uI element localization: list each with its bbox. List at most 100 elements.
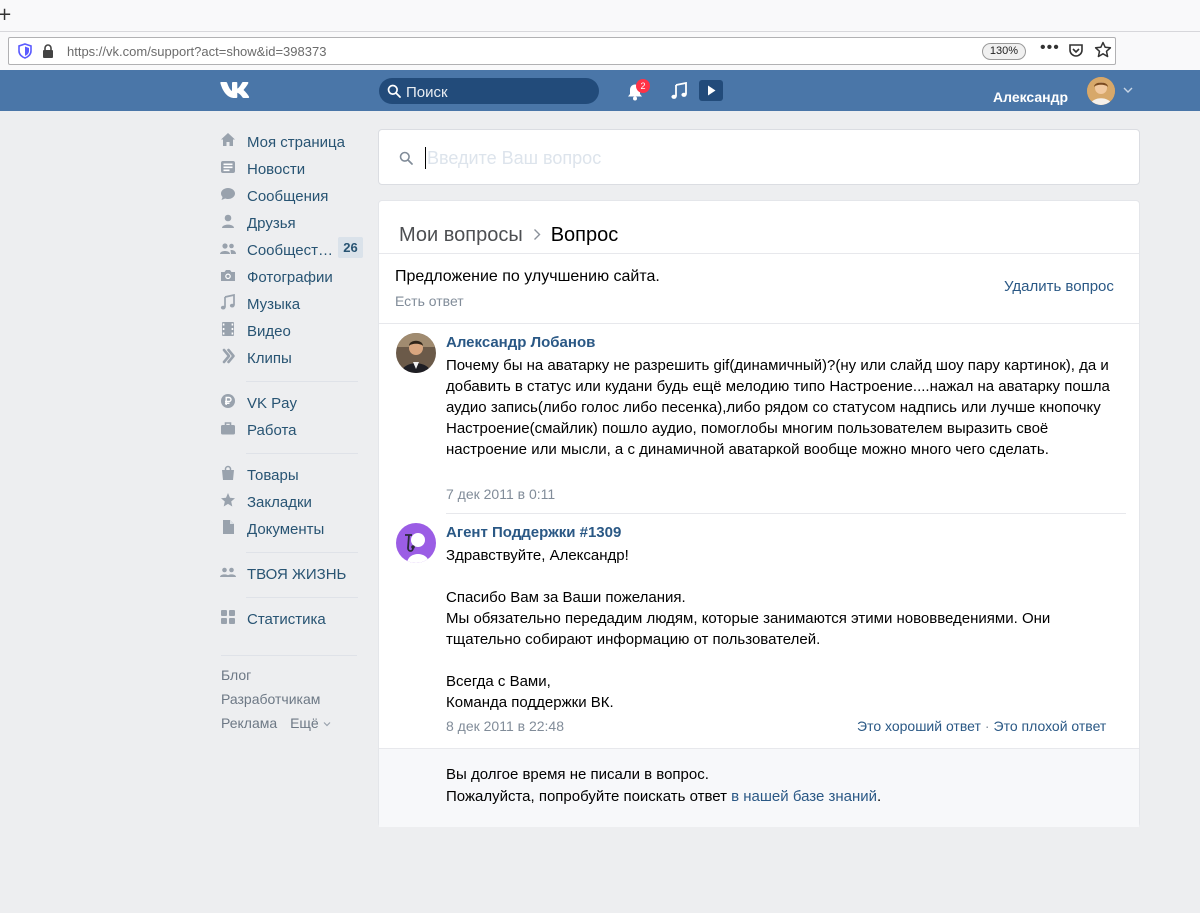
sidebar-item-label: Новости	[247, 161, 306, 178]
sidebar-item-vkpay[interactable]: VK Pay	[219, 392, 369, 419]
author-name[interactable]: Александр Лобанов	[446, 334, 595, 351]
author-photo	[396, 333, 436, 373]
menu-divider	[246, 453, 358, 454]
sidebar-item-label: Сообщения	[247, 188, 329, 205]
bad-answer-link[interactable]: Это плохой ответ	[994, 718, 1107, 734]
video-icon	[222, 322, 234, 336]
tracking-shield-icon[interactable]	[18, 43, 32, 59]
footer-more-label: Ещё	[290, 715, 319, 731]
sidebar-item-tvoya-zhizn[interactable]: ТВОЯ ЖИЗНЬ	[219, 563, 369, 590]
sidebar-item-video[interactable]: Видео	[219, 320, 369, 347]
author-avatar[interactable]	[396, 333, 436, 373]
header-search[interactable]: Поиск	[379, 78, 599, 104]
question-status: Есть ответ	[395, 293, 464, 309]
lock-icon[interactable]	[42, 44, 54, 58]
sidebar-item-work[interactable]: Работа	[219, 419, 369, 446]
communities-icon	[220, 243, 236, 254]
notice-line-2: Пожалуйста, попробуйте поискать ответ в …	[446, 788, 881, 805]
header-avatar[interactable]	[1087, 77, 1115, 105]
chevron-down-icon[interactable]	[1122, 85, 1134, 95]
divider	[379, 323, 1139, 324]
question-card: Мои вопросы Вопрос Предложение по улучшен…	[378, 200, 1140, 827]
inactivity-notice: Вы долгое время не писали в вопрос. Пожа…	[379, 748, 1139, 827]
breadcrumb-my-questions[interactable]: Мои вопросы	[399, 224, 523, 246]
sidebar-item-label: Сообщест…	[247, 242, 333, 259]
question-search-placeholder: Введите Ваш вопрос	[427, 148, 602, 168]
sidebar-item-clips[interactable]: Клипы	[219, 347, 369, 374]
vk-logo-icon[interactable]	[220, 80, 254, 100]
header-user-name[interactable]: Александр	[993, 89, 1068, 105]
bookmark-star-icon[interactable]	[1094, 41, 1112, 59]
news-icon	[221, 161, 235, 173]
chevron-right-icon	[533, 229, 541, 240]
header-search-placeholder: Поиск	[406, 84, 448, 101]
music-icon[interactable]	[670, 82, 688, 100]
answer-text: Здравствуйте, Александр! Спасибо Вам за …	[446, 547, 1051, 711]
sidebar-item-my-page[interactable]: Моя страница	[219, 131, 369, 158]
knowledge-base-link[interactable]: в нашей базе знаний	[731, 788, 877, 805]
rating-separator: ·	[984, 718, 990, 734]
breadcrumb-current: Вопрос	[550, 224, 619, 246]
sidebar-item-news[interactable]: Новости	[219, 158, 369, 185]
notice-line-1: Вы долгое время не писали в вопрос.	[446, 766, 709, 783]
work-icon	[221, 422, 235, 435]
sidebar-item-documents[interactable]: Документы	[219, 518, 369, 545]
sidebar-item-label: Фотографии	[247, 269, 333, 286]
vkpay-icon	[221, 394, 235, 408]
zoom-indicator[interactable]: 130%	[982, 43, 1026, 60]
agent-name[interactable]: Агент Поддержки #1309	[446, 524, 621, 541]
sidebar-item-photos[interactable]: Фотографии	[219, 266, 369, 293]
menu-divider	[221, 655, 357, 656]
sidebar-item-label: VK Pay	[247, 395, 298, 412]
sidebar-item-goods[interactable]: Товары	[219, 464, 369, 491]
new-tab-button[interactable]: +	[0, 4, 12, 25]
answer-date: 8 дек 2011 в 22:48	[446, 718, 565, 734]
sidebar-item-label: Моя страница	[247, 134, 345, 151]
breadcrumb: Мои вопросы Вопрос	[399, 224, 618, 247]
chevron-down-icon	[323, 722, 331, 727]
footer-more-button[interactable]: Ещё	[290, 711, 331, 735]
good-answer-link[interactable]: Это хороший ответ	[857, 718, 981, 734]
camera-icon	[221, 270, 235, 281]
footer-link-developers[interactable]: Разработчикам	[221, 687, 320, 711]
stats-icon	[221, 610, 235, 624]
pocket-icon[interactable]	[1068, 43, 1084, 59]
question-title: Предложение по улучшению сайта.	[395, 268, 660, 285]
friends-icon	[222, 214, 234, 228]
address-bar[interactable]: https://vk.com/support?act=show&id=39837…	[8, 37, 1116, 65]
sidebar-item-music[interactable]: Музыка	[219, 293, 369, 320]
sidebar-item-statistics[interactable]: Статистика	[219, 608, 369, 635]
sidebar-item-label: Видео	[247, 323, 291, 340]
agent-avatar[interactable]	[396, 523, 436, 563]
footer-link-blog[interactable]: Блог	[221, 663, 251, 687]
menu-divider	[246, 381, 358, 382]
footer-link-ads[interactable]: Реклама	[221, 711, 277, 735]
sidebar-item-friends[interactable]: Друзья	[219, 212, 369, 239]
sidebar-item-label: Работа	[247, 422, 297, 439]
star-icon	[221, 493, 235, 507]
sidebar-item-label: Клипы	[247, 350, 292, 367]
sidebar-item-messages[interactable]: Сообщения	[219, 185, 369, 212]
page-actions-more-icon[interactable]: •••	[1040, 39, 1060, 57]
browser-tab-strip: +	[0, 0, 1200, 32]
search-icon	[387, 84, 401, 98]
search-icon	[399, 151, 413, 165]
sidebar-item-label: Друзья	[247, 215, 296, 232]
sidebar-item-label: Товары	[247, 467, 299, 484]
notice-line-2-text: Пожалуйста, попробуйте поискать ответ	[446, 788, 732, 805]
post-date: 7 дек 2011 в 0:11	[446, 486, 556, 502]
video-icon[interactable]	[699, 80, 723, 101]
delete-question-link[interactable]: Удалить вопрос	[1004, 278, 1114, 295]
sidebar-item-label: Статистика	[247, 611, 326, 628]
sidebar-item-label: Музыка	[247, 296, 301, 313]
sidebar-item-bookmarks[interactable]: Закладки	[219, 491, 369, 518]
divider	[379, 253, 1139, 254]
question-search-box[interactable]: Введите Ваш вопрос	[378, 129, 1140, 185]
sidebar-item-label: Документы	[247, 521, 325, 538]
messages-icon	[221, 188, 235, 200]
home-icon	[221, 133, 235, 146]
browser-toolbar: https://vk.com/support?act=show&id=39837…	[0, 32, 1200, 70]
bag-icon	[222, 465, 234, 480]
divider	[446, 513, 1126, 514]
document-icon	[223, 520, 234, 534]
